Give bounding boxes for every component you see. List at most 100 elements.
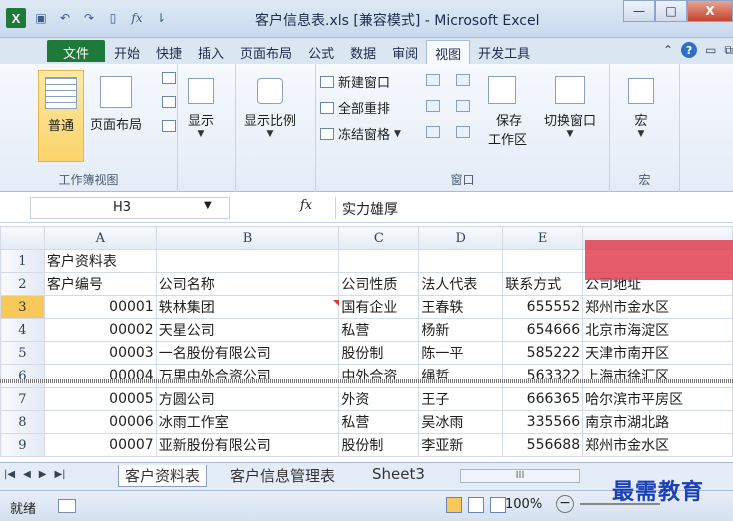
cell[interactable]: 上海市徐汇区 (582, 364, 733, 388)
chevron-down-icon[interactable]: ▼ (204, 200, 212, 211)
tab-formulas[interactable]: 公式 (300, 40, 342, 64)
cell[interactable]: 天星公司 (155, 318, 340, 342)
cell[interactable]: 666365 (502, 387, 584, 411)
cell[interactable]: 外资 (338, 387, 420, 411)
zoom-level[interactable]: 100% (505, 497, 542, 512)
arrange-all-button[interactable]: 全部重排 (320, 98, 390, 117)
save-workspace-button[interactable]: 保存 工作区 (488, 76, 527, 148)
close-button[interactable]: X (687, 0, 733, 22)
normal-view-status-icon[interactable] (446, 497, 462, 513)
macros-button[interactable]: 宏 ▼ (628, 78, 654, 139)
page-layout-status-icon[interactable] (468, 497, 484, 513)
undo-icon[interactable]: ↶ (56, 9, 74, 27)
cell[interactable]: 轶林集团 (155, 295, 340, 319)
fx-qat-button[interactable]: fx (128, 9, 146, 27)
tab-developer[interactable]: 开发工具 (470, 40, 538, 64)
tab-review[interactable]: 审阅 (384, 40, 426, 64)
freeze-panes-button[interactable]: 冻结窗格 ▼ (320, 124, 401, 143)
cell[interactable]: 客户编号 (43, 272, 157, 296)
synchronous-scrolling-icon[interactable] (456, 100, 470, 112)
page-break-preview-icon[interactable] (162, 72, 176, 84)
save-icon[interactable]: ▣ (32, 9, 50, 27)
cell[interactable]: 郑州市金水区 (582, 433, 733, 457)
cell[interactable]: 王春轶 (418, 295, 504, 319)
cell[interactable]: 私营 (338, 318, 420, 342)
cell[interactable]: 335566 (502, 410, 584, 434)
cell[interactable]: 北京市海淀区 (582, 318, 733, 342)
sheet-tab-customer-info-mgmt[interactable]: 客户信息管理表 (230, 465, 335, 486)
tab-page-layout[interactable]: 页面布局 (232, 40, 300, 64)
new-window-button[interactable]: 新建窗口 (320, 72, 390, 91)
column-header[interactable]: B (155, 226, 340, 250)
page-break-status-icon[interactable] (490, 497, 506, 513)
cell[interactable]: 556688 (502, 433, 584, 457)
column-header[interactable]: C (338, 226, 420, 250)
redo-icon[interactable]: ↷ (80, 9, 98, 27)
unhide-icon[interactable] (426, 126, 440, 138)
cell[interactable] (155, 249, 340, 273)
cell[interactable]: 私营 (338, 410, 420, 434)
column-header[interactable]: A (43, 226, 157, 250)
select-all-corner[interactable] (0, 226, 45, 250)
restore-window-icon[interactable]: ⧉ (724, 43, 733, 58)
row-header[interactable]: 2 (0, 272, 45, 296)
maximize-button[interactable]: □ (655, 0, 687, 22)
zoom-button[interactable]: 显示比例 ▼ (244, 78, 296, 139)
cell[interactable]: 王子 (418, 387, 504, 411)
cell[interactable]: 00003 (43, 341, 157, 365)
cell[interactable]: 南京市湖北路 (582, 410, 733, 434)
cell[interactable]: 联系方式 (502, 272, 584, 296)
cell[interactable]: 陈一平 (418, 341, 504, 365)
cell[interactable]: 654666 (502, 318, 584, 342)
minimize-button[interactable]: — (623, 0, 655, 22)
row-header[interactable]: 4 (0, 318, 45, 342)
row-header[interactable]: 9 (0, 433, 45, 457)
cell[interactable] (418, 249, 504, 273)
cell[interactable]: 公司性质 (338, 272, 420, 296)
split-icon[interactable] (426, 74, 440, 86)
macro-record-icon[interactable] (58, 499, 76, 513)
formula-input[interactable]: 实力雄厚 (335, 197, 733, 219)
cell[interactable]: 00007 (43, 433, 157, 457)
insert-function-button[interactable]: fx (300, 198, 312, 213)
switch-windows-button[interactable]: 切换窗口 ▼ (544, 76, 596, 139)
new-file-icon[interactable]: ▯ (104, 9, 122, 27)
prev-sheet-icon[interactable]: ◀ (23, 469, 31, 480)
page-layout-view-button[interactable]: 页面布局 (90, 76, 142, 133)
column-header[interactable]: E (502, 226, 584, 250)
customize-qat-icon[interactable]: ⇂ (152, 9, 170, 27)
cell[interactable]: 哈尔滨市平房区 (582, 387, 733, 411)
next-sheet-icon[interactable]: ▶ (39, 469, 47, 480)
help-icon[interactable]: ? (681, 42, 698, 58)
collapse-ribbon-icon[interactable]: ⌃ (663, 43, 673, 57)
tab-insert[interactable]: 插入 (190, 40, 232, 64)
cell[interactable]: 杨新 (418, 318, 504, 342)
tab-shortcut[interactable]: 快捷 (148, 40, 190, 64)
cell[interactable]: 吴冰雨 (418, 410, 504, 434)
restore-workbook-icon[interactable]: ▭ (705, 43, 716, 57)
hide-icon[interactable] (426, 100, 440, 112)
cell[interactable]: 563322 (502, 364, 584, 388)
reset-window-position-icon[interactable] (456, 126, 470, 138)
zoom-out-button[interactable]: − (556, 495, 574, 513)
tab-data[interactable]: 数据 (342, 40, 384, 64)
excel-app-icon[interactable]: X (6, 8, 26, 28)
name-box[interactable]: H3 (30, 197, 230, 219)
tab-view[interactable]: 视图 (426, 40, 471, 64)
sheet-tab-customer-data[interactable]: 客户资料表 (118, 465, 208, 487)
cell[interactable]: 公司名称 (155, 272, 340, 296)
horizontal-scrollbar[interactable]: III (460, 469, 580, 483)
cell[interactable]: 中外合资 (338, 364, 420, 388)
row-header[interactable]: 8 (0, 410, 45, 434)
cell[interactable]: 方圆公司 (155, 387, 340, 411)
row-header[interactable]: 5 (0, 341, 45, 365)
tab-file[interactable]: 文件 (47, 40, 105, 62)
cell[interactable]: 股份制 (338, 433, 420, 457)
cell[interactable]: 万里中外合资公司 (155, 364, 340, 388)
cell[interactable]: 股份制 (338, 341, 420, 365)
column-header[interactable]: D (418, 226, 504, 250)
cell[interactable]: 法人代表 (418, 272, 504, 296)
cell[interactable]: 00004 (43, 364, 157, 388)
cell[interactable]: 客户资料表 (43, 249, 157, 273)
row-header[interactable]: 6 (0, 364, 45, 388)
